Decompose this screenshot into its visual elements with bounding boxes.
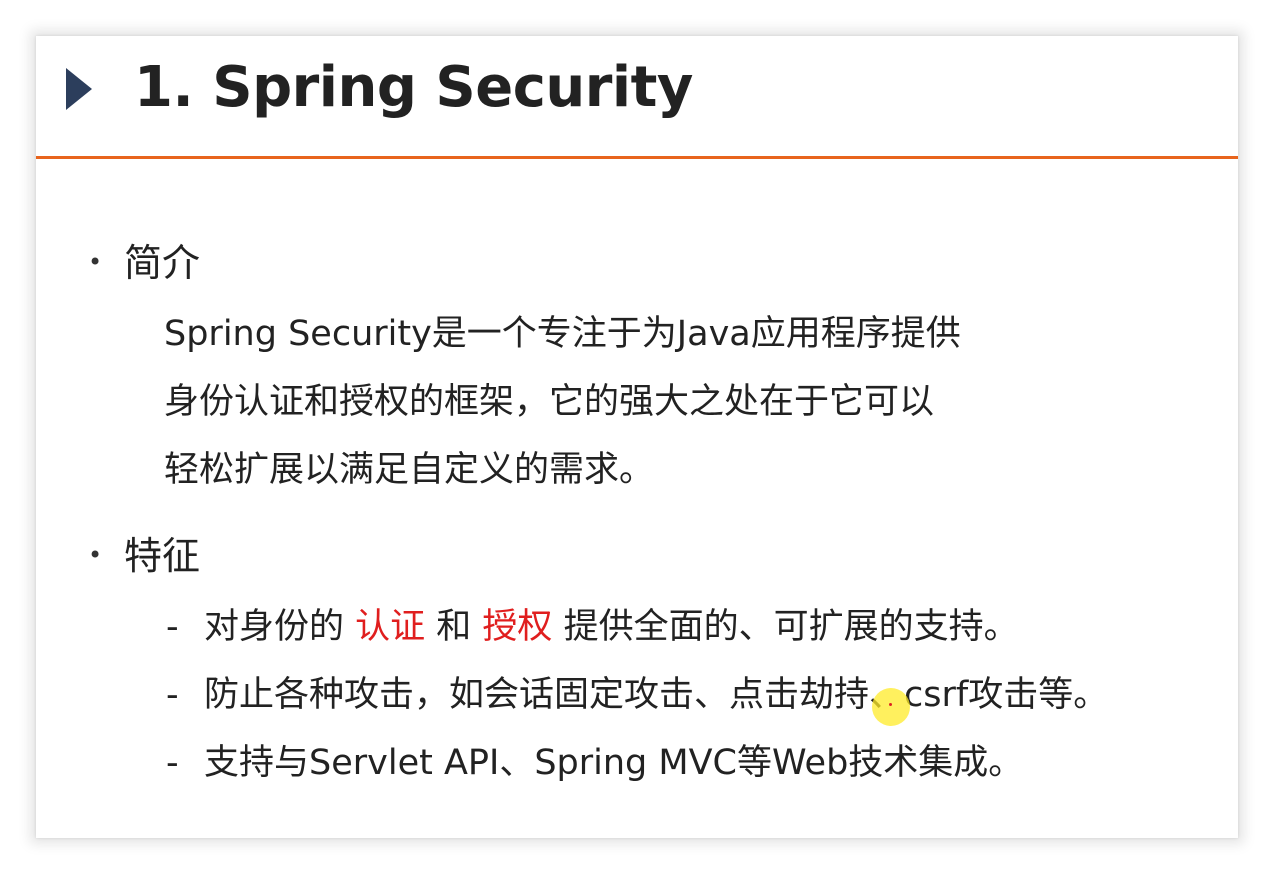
section-label-features: 特征: [124, 534, 201, 578]
feature-text: 和: [425, 607, 483, 647]
feature-item: - 对身份的 认证 和 授权 提供全面的、可扩展的支持。: [166, 602, 1019, 652]
section-label-intro: 简介: [124, 241, 201, 285]
feature-text: 防止各种攻击，如会话固定攻击、点击劫持、csrf攻击等。: [204, 675, 1109, 715]
cursor-highlight-icon: [872, 688, 910, 726]
feature-text: 支持与Servlet API、Spring MVC等Web技术集成。: [204, 743, 1024, 783]
dash-marker: -: [166, 743, 179, 783]
intro-paragraph: Spring Security是一个专注于为Java应用程序提供 身份认证和授权…: [164, 300, 1124, 504]
bullet-dot-icon: •: [88, 541, 103, 569]
slide: 1. Spring Security • 简介 Spring Security是…: [36, 36, 1238, 838]
feature-text: 对身份的: [204, 607, 356, 647]
intro-line: Spring Security是一个专注于为Java应用程序提供: [164, 314, 961, 354]
feature-item: - 防止各种攻击，如会话固定攻击、点击劫持、csrf攻击等。: [166, 670, 1108, 720]
cursor-dot: [889, 703, 892, 706]
slide-title: 1. Spring Security: [134, 55, 693, 120]
feature-text: 提供全面的、可扩展的支持。: [552, 607, 1019, 647]
dash-marker: -: [166, 607, 179, 647]
title-underline: [36, 156, 1238, 159]
highlight-authorization: 授权: [482, 607, 553, 647]
slide-header: 1. Spring Security: [36, 36, 1238, 158]
feature-item: - 支持与Servlet API、Spring MVC等Web技术集成。: [166, 738, 1023, 788]
intro-line: 身份认证和授权的框架，它的强大之处在于它可以: [164, 382, 935, 422]
play-triangle-icon: [66, 68, 92, 110]
dash-marker: -: [166, 675, 179, 715]
bullet-dot-icon: •: [88, 248, 103, 276]
highlight-authentication: 认证: [355, 607, 426, 647]
intro-line: 轻松扩展以满足自定义的需求。: [164, 450, 655, 490]
